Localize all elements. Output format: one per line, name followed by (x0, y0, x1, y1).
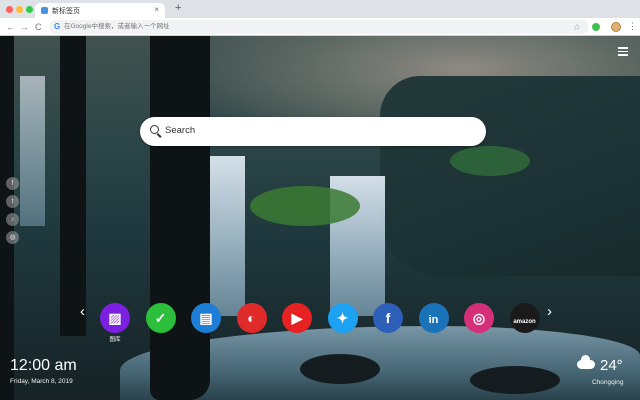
clock-time: 12:00 am (10, 357, 77, 374)
cloudy-weather-icon (577, 355, 595, 369)
search-icon (150, 125, 159, 134)
rock (300, 354, 380, 384)
waterfall (205, 156, 245, 316)
extension-icon[interactable] (592, 23, 600, 31)
search-input[interactable]: Search (165, 125, 195, 137)
background-cliff (380, 76, 640, 276)
foliage (250, 186, 360, 226)
tree-trunk (60, 36, 86, 336)
shortcut-twitter-button[interactable]: ✦ (327, 303, 358, 333)
foliage (450, 146, 530, 176)
instagram-icon: ◎ (472, 310, 486, 326)
shortcut-tasks-button[interactable]: ✓ (145, 303, 176, 333)
shortcut-gallery-button[interactable]: ▨ (100, 303, 130, 333)
shortcut-instagram-button[interactable]: ◎ (464, 303, 494, 333)
shortcuts-next-button[interactable]: › (547, 304, 552, 320)
wechat-share-icon[interactable]: ◍ (6, 231, 19, 244)
browser-tab[interactable]: 新标签页 × (35, 3, 165, 18)
browser-toolbar: ← → C G 在Google中搜索，或者输入一个网址 ☆ ⋮ (0, 18, 640, 36)
tab-bar: 新标签页 × + (0, 0, 640, 18)
twitter-share-icon[interactable]: t (6, 195, 19, 208)
forward-button[interactable]: → (20, 21, 29, 33)
notes-icon: ▤ (199, 310, 213, 326)
tree-trunk (150, 36, 210, 400)
facebook-share-icon[interactable]: f (6, 177, 19, 190)
youtube-icon: ▶ (291, 310, 303, 326)
shortcut-notes-button[interactable]: ▤ (191, 303, 221, 333)
tasks-icon: ✓ (154, 310, 167, 326)
shortcut-amazon-button[interactable]: amazon (509, 303, 540, 333)
shortcut-facebook-button[interactable]: f (373, 303, 403, 333)
shortcut-gallery-label: 图库 (109, 337, 121, 343)
reload-button[interactable]: C (35, 21, 42, 33)
maximize-window-button[interactable] (26, 6, 33, 13)
rock (470, 366, 560, 394)
tab-title: 新标签页 (52, 8, 80, 15)
gallery-icon: ▨ (108, 310, 122, 326)
clock-date: Friday, March 8, 2019 (10, 378, 73, 385)
games-icon: ◐ (247, 310, 256, 326)
google-icon: G (54, 22, 61, 31)
settings-menu-icon[interactable] (618, 47, 628, 58)
linkedin-icon: in (428, 314, 439, 326)
weather-city: Chongqing (592, 379, 624, 386)
facebook-icon: f (385, 310, 391, 326)
minimize-window-button[interactable] (16, 6, 23, 13)
back-button[interactable]: ← (6, 21, 15, 33)
shortcut-linkedin-button[interactable]: in (418, 303, 449, 333)
new-tab-button[interactable]: + (175, 2, 181, 14)
tab-favicon-icon (41, 7, 48, 14)
shortcuts-prev-button[interactable]: ‹ (80, 304, 85, 320)
twitter-icon: ✦ (336, 310, 349, 326)
waterfall (20, 76, 45, 226)
search-bar[interactable]: Search (140, 117, 486, 146)
weather-temperature: 24° (600, 357, 623, 374)
bookmark-star-icon[interactable]: ☆ (573, 21, 581, 33)
address-bar[interactable]: G 在Google中搜索，或者输入一个网址 ☆ (49, 20, 589, 34)
tiktok-share-icon[interactable]: ♪ (6, 213, 19, 226)
amazon-icon: amazon (513, 319, 536, 325)
shortcut-games-button[interactable]: ◐ (236, 303, 267, 333)
close-window-button[interactable] (6, 6, 13, 13)
shortcut-youtube-button[interactable]: ▶ (282, 303, 312, 333)
browser-menu-icon[interactable]: ⋮ (628, 20, 637, 32)
address-bar-placeholder: 在Google中搜索，或者输入一个网址 (64, 23, 170, 30)
profile-avatar[interactable] (611, 22, 621, 32)
new-tab-page: Search f t ♪ ◍ ‹ ▨ 图库 ✓ ▤ ◐ ▶ ✦ f in ◎ amazon › 12… (0, 36, 640, 400)
tab-close-icon[interactable]: × (154, 5, 159, 14)
